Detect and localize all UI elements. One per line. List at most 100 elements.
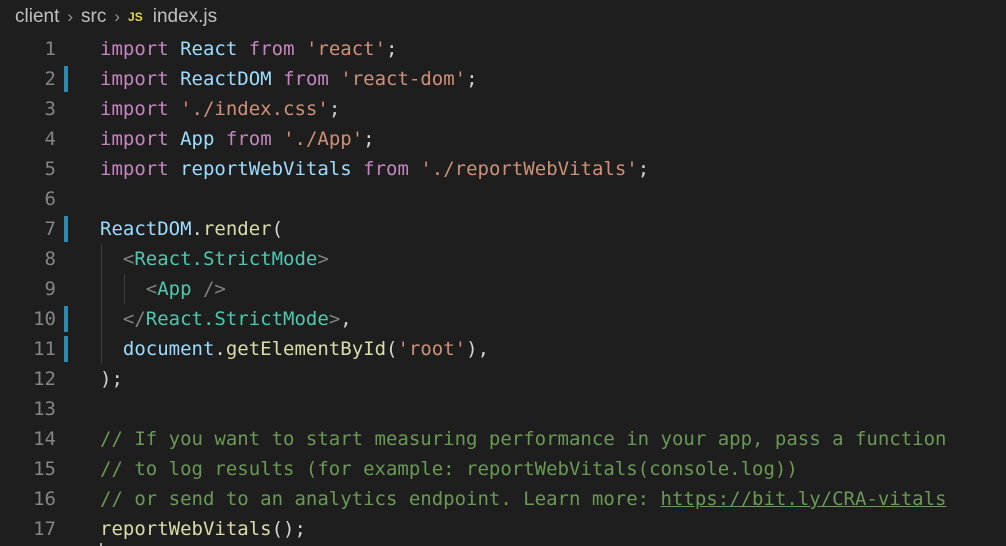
line-code[interactable]: import reportWebVitals from './reportWeb… <box>100 154 649 184</box>
punctuation-token: ); <box>100 368 123 390</box>
keyword-token: import <box>100 98 169 120</box>
keyword-token: import <box>100 68 169 90</box>
tag-token: React.StrictMode <box>145 308 329 330</box>
comment-link[interactable]: https://bit.ly/CRA-vitals <box>661 488 947 510</box>
line-code[interactable]: <React.StrictMode> <box>100 244 329 274</box>
line-code[interactable]: // If you want to start measuring perfor… <box>100 424 946 454</box>
code-line[interactable]: 15 // to log results (for example: repor… <box>0 454 1006 484</box>
tag-token: React.StrictMode <box>134 248 318 270</box>
bracket-token: /> <box>191 278 226 300</box>
indent-token <box>100 248 123 270</box>
punctuation-token: ; <box>466 68 478 90</box>
chevron-right-icon: › <box>114 7 121 26</box>
identifier-token: React <box>180 38 238 60</box>
line-code[interactable]: import './index.css'; <box>100 94 340 124</box>
line-code[interactable]: ); <box>100 364 123 394</box>
code-line[interactable]: 9 <App /> <box>0 274 1006 304</box>
code-line[interactable]: 17 reportWebVitals(); <box>0 514 1006 544</box>
punctuation-token: ; <box>637 158 650 180</box>
line-code[interactable]: <App /> <box>100 274 226 304</box>
code-line[interactable]: 8 <React.StrictMode> <box>0 244 1006 274</box>
code-line[interactable]: 3 import './index.css'; <box>0 94 1006 124</box>
function-token: reportWebVitals <box>100 518 272 540</box>
bracket-token: > <box>328 308 341 330</box>
punctuation-token: , <box>340 308 352 330</box>
line-code[interactable]: document.getElementById('root'), <box>100 334 489 364</box>
punctuation-token: ( <box>386 338 398 360</box>
string-token: './App' <box>283 128 364 150</box>
punctuation-token: ; <box>328 98 341 120</box>
code-line[interactable]: 12 ); <box>0 364 1006 394</box>
comment-token: // If you want to start measuring perfor… <box>100 428 947 450</box>
line-number: 16 <box>33 488 56 510</box>
breadcrumb-folder-client[interactable]: client <box>15 6 59 28</box>
punctuation-token: . <box>191 218 203 240</box>
breadcrumb-file-index-js[interactable]: index.js <box>153 6 217 28</box>
punctuation-token: ; <box>386 38 398 60</box>
string-token: 'react-dom' <box>340 68 467 90</box>
line-number: 15 <box>33 458 56 480</box>
line-code[interactable]: </React.StrictMode>, <box>100 304 352 334</box>
code-line[interactable]: 10 </React.StrictMode>, <box>0 304 1006 334</box>
string-token: './reportWebVitals' <box>420 158 638 180</box>
line-code[interactable]: import ReactDOM from 'react-dom'; <box>100 64 478 94</box>
line-number: 9 <box>44 278 56 300</box>
line-number: 12 <box>33 368 56 390</box>
modified-line-marker[interactable] <box>64 336 68 362</box>
string-token: 'react' <box>305 38 387 60</box>
modified-line-marker[interactable] <box>64 216 68 242</box>
identifier-token: ReactDOM <box>180 68 272 90</box>
line-code[interactable]: import App from './App'; <box>100 124 375 154</box>
punctuation-token: ) <box>466 338 478 360</box>
line-code[interactable]: // or send to an analytics endpoint. Lea… <box>100 484 947 514</box>
line-code[interactable]: // to log results (for example: reportWe… <box>100 454 798 484</box>
code-line[interactable]: 11 document.getElementById('root'), <box>0 334 1006 364</box>
modified-line-marker[interactable] <box>64 306 68 332</box>
code-line[interactable]: 5 import reportWebVitals from './reportW… <box>0 154 1006 184</box>
identifier-token: reportWebVitals <box>180 158 352 180</box>
identifier-token: App <box>180 128 215 150</box>
code-editor[interactable]: 1 import React from 'react'; 2 import Re… <box>0 34 1006 546</box>
string-token: 'root' <box>397 338 467 360</box>
comment-token: // to log results (for example: reportWe… <box>100 458 798 480</box>
modified-line-marker[interactable] <box>64 66 68 92</box>
line-number: 11 <box>33 338 56 360</box>
keyword-token: from <box>363 158 409 180</box>
line-code[interactable]: reportWebVitals(); <box>100 514 306 544</box>
code-line[interactable]: 1 import React from 'react'; <box>0 34 1006 64</box>
line-number: 5 <box>44 158 56 180</box>
punctuation-token: ( <box>271 218 284 240</box>
line-code[interactable]: import React from 'react'; <box>100 34 398 64</box>
code-line[interactable]: 13 <box>0 394 1006 424</box>
keyword-token: from <box>283 68 329 90</box>
breadcrumb: client › src › JS index.js <box>0 0 1006 34</box>
bracket-token: > <box>317 248 329 270</box>
line-code[interactable]: ReactDOM.render( <box>100 214 283 244</box>
line-number: 10 <box>33 308 56 330</box>
line-number: 6 <box>44 188 56 210</box>
keyword-token: import <box>100 38 169 60</box>
breadcrumb-folder-src[interactable]: src <box>81 6 106 28</box>
code-line[interactable]: 6 <box>0 184 1006 214</box>
code-line[interactable]: 2 import ReactDOM from 'react-dom'; <box>0 64 1006 94</box>
bracket-token: < <box>122 248 135 270</box>
code-line[interactable]: 14 // If you want to start measuring per… <box>0 424 1006 454</box>
code-line[interactable]: 7 ReactDOM.render( <box>0 214 1006 244</box>
bracket-token: </ <box>122 308 146 330</box>
chevron-right-icon: › <box>67 7 74 26</box>
code-line[interactable]: 4 import App from './App'; <box>0 124 1006 154</box>
javascript-file-icon: JS <box>128 10 143 24</box>
code-line[interactable]: 16 // or send to an analytics endpoint. … <box>0 484 1006 514</box>
identifier-token: ReactDOM <box>100 218 192 240</box>
keyword-token: import <box>100 128 169 150</box>
